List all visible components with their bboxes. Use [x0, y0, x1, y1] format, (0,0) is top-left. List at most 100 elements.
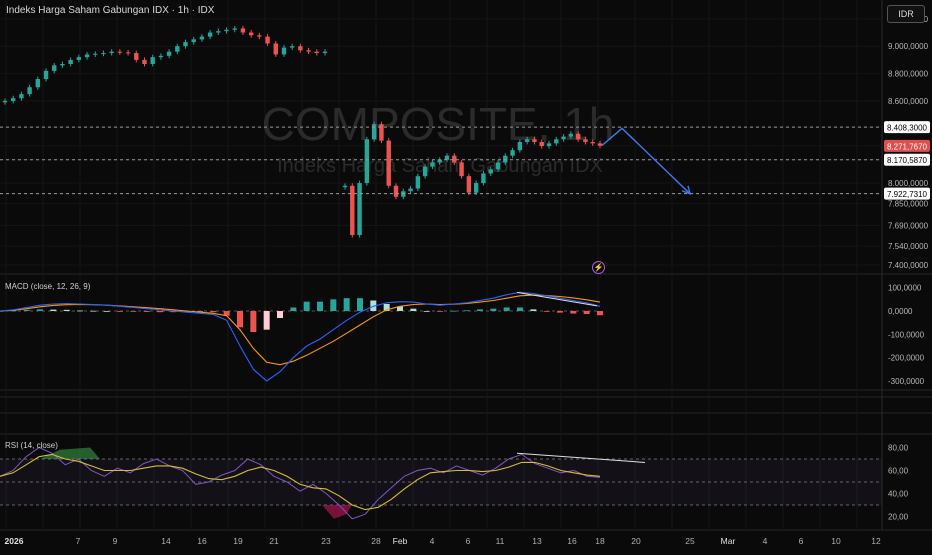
candle-body	[166, 51, 172, 56]
rsi-label: RSI (14, close)	[5, 441, 58, 450]
macd-histogram-bar	[77, 310, 83, 312]
candle-body	[281, 47, 287, 55]
candle-body	[240, 28, 246, 33]
x-axis-label: 18	[595, 536, 605, 546]
macd-histogram-bar	[543, 311, 550, 312]
candle-body	[306, 50, 311, 52]
candle-body	[84, 54, 90, 58]
x-axis-label: 9	[113, 536, 118, 546]
candle-body	[43, 70, 49, 80]
price-label-text: 8.408,3000	[887, 124, 928, 133]
candle-body	[150, 57, 155, 64]
x-axis-label: 6	[799, 536, 804, 546]
candle-body	[19, 94, 24, 99]
rsi-axis-label: 20,00	[888, 513, 909, 522]
candle-body	[379, 124, 384, 141]
currency-button[interactable]: IDR	[887, 5, 925, 23]
macd-histogram-bar	[437, 311, 443, 312]
macd-histogram-bar	[143, 311, 150, 312]
price-axis-label: 7.690,0000	[888, 221, 929, 230]
macd-histogram-bar	[157, 311, 163, 313]
macd-histogram-bar	[50, 309, 57, 311]
candle-body	[199, 36, 205, 40]
macd-axis-label: 0,0000	[888, 307, 913, 316]
candle-body	[408, 188, 413, 192]
lightning-bolt-icon[interactable]: ⚡	[592, 261, 605, 274]
candle-body	[364, 139, 370, 184]
candle-body	[495, 162, 501, 170]
macd-signal-line	[0, 294, 601, 366]
candle-body	[248, 32, 254, 36]
candle-body	[524, 139, 530, 142]
x-axis-label: 13	[532, 536, 542, 546]
candle-body	[342, 185, 348, 188]
price-label-text: 7.922,7310	[887, 190, 928, 199]
candle-body	[93, 53, 98, 55]
candle-body	[265, 36, 270, 44]
projection-line	[601, 127, 691, 195]
candle-body	[393, 185, 399, 197]
candle-body	[597, 143, 603, 146]
x-axis-label: 2026	[5, 536, 24, 546]
x-axis-label: 10	[831, 536, 841, 546]
macd-histogram-bar	[63, 309, 70, 311]
price-axis-label: 8.800,0000	[888, 70, 929, 79]
macd-histogram-bar	[317, 301, 323, 311]
x-axis-label: 16	[197, 536, 207, 546]
candle-body	[142, 59, 147, 64]
candle-body	[452, 155, 457, 163]
macd-histogram-bar	[530, 309, 537, 311]
candle-body	[590, 142, 595, 144]
candle-body	[444, 155, 450, 160]
macd-histogram-bar	[37, 309, 43, 311]
price-axis-label: 8.000,0000	[888, 179, 929, 188]
rsi-oversold-fill	[322, 505, 352, 519]
candle-body	[539, 142, 544, 147]
macd-histogram-bar	[597, 311, 603, 316]
x-axis-label: 25	[685, 536, 695, 546]
macd-histogram-bar	[237, 311, 243, 328]
price-axis-label: 7.540,0000	[888, 242, 929, 251]
macd-histogram-bar	[423, 311, 430, 312]
candle-body	[52, 65, 57, 71]
candle-body	[371, 124, 377, 140]
candle-body	[510, 150, 515, 156]
x-axis-label: 12	[871, 536, 881, 546]
candle-body	[466, 176, 472, 193]
candle-body	[298, 46, 303, 51]
candle-body	[191, 39, 196, 43]
price-label-text: 8.271,7670	[887, 142, 928, 151]
candle-body	[101, 53, 106, 55]
candle-body	[117, 51, 123, 53]
candle-body	[503, 155, 508, 163]
macd-histogram-bar	[517, 307, 523, 311]
rsi-axis-label: 80,00	[888, 444, 909, 453]
candle-body	[568, 133, 574, 137]
macd-histogram-bar	[583, 311, 590, 315]
candle-body	[561, 136, 566, 140]
candle-body	[35, 79, 41, 88]
macd-histogram-bar	[103, 311, 110, 312]
macd-axis-label: -300,0000	[888, 377, 925, 386]
macd-histogram-bar	[330, 299, 337, 311]
rsi-axis-label: 40,00	[888, 490, 909, 499]
macd-histogram-bar	[557, 311, 563, 313]
x-axis-label: 21	[269, 536, 279, 546]
x-axis-label: 16	[567, 536, 577, 546]
macd-axis-label: -100,0000	[888, 330, 925, 339]
x-axis-label: 23	[321, 536, 331, 546]
candle-body	[546, 143, 552, 147]
candle-body	[583, 139, 588, 142]
candle-body	[109, 51, 114, 54]
candle-body	[224, 29, 229, 32]
candle-body	[459, 162, 464, 177]
macd-histogram-bar	[490, 308, 497, 311]
candle-body	[517, 142, 523, 151]
macd-histogram-bar	[210, 311, 217, 313]
candle-body	[554, 139, 559, 144]
x-axis-label: 14	[161, 536, 171, 546]
chart-canvas[interactable]: COMPOSITE, 1h Indeks Harga Saham Gabungan…	[0, 0, 932, 550]
candle-body	[27, 87, 32, 95]
chart-stage[interactable]: COMPOSITE, 1h Indeks Harga Saham Gabungan…	[0, 0, 932, 550]
macd-histogram-bar	[503, 307, 510, 311]
